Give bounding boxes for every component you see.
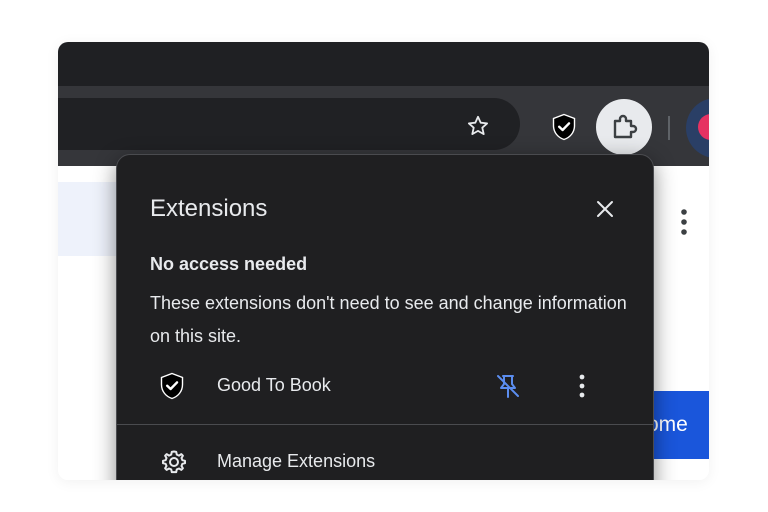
gear-icon [159, 447, 189, 477]
manage-extensions-label: Manage Extensions [217, 451, 376, 471]
page-more-menu-button[interactable] [672, 206, 696, 238]
bookmark-star-button[interactable] [462, 110, 494, 142]
more-vert-icon [681, 209, 687, 235]
title-bar [58, 42, 709, 86]
pin-toggle-button[interactable] [491, 369, 525, 403]
extension-more-button[interactable] [567, 369, 597, 403]
manage-extensions-button[interactable]: Manage Extensions [117, 435, 653, 480]
extension-icon [157, 371, 187, 401]
browser-window: ome Extensions No access needed These ex… [58, 42, 709, 480]
more-vert-icon [579, 374, 585, 398]
shield-check-icon [552, 113, 576, 141]
extension-row[interactable]: Good To Book [117, 355, 653, 417]
good-to-book-toolbar-button[interactable] [548, 111, 580, 143]
divider [117, 424, 653, 425]
toolbar-divider [668, 116, 670, 140]
extensions-button[interactable] [596, 99, 652, 155]
star-icon [468, 115, 488, 135]
close-icon [597, 201, 613, 217]
address-bar[interactable] [58, 98, 520, 150]
unpin-icon [497, 375, 519, 398]
extensions-popup: Extensions No access needed These extens… [116, 154, 654, 480]
gear-icon [162, 450, 186, 474]
shield-check-icon [160, 372, 184, 400]
close-button[interactable] [587, 191, 623, 227]
section-description: These extensions don't need to see and c… [150, 293, 627, 346]
extension-name: Good To Book [217, 375, 331, 395]
section-heading: No access needed [150, 254, 308, 274]
puzzle-icon [613, 114, 638, 139]
popup-title: Extensions [150, 195, 268, 222]
